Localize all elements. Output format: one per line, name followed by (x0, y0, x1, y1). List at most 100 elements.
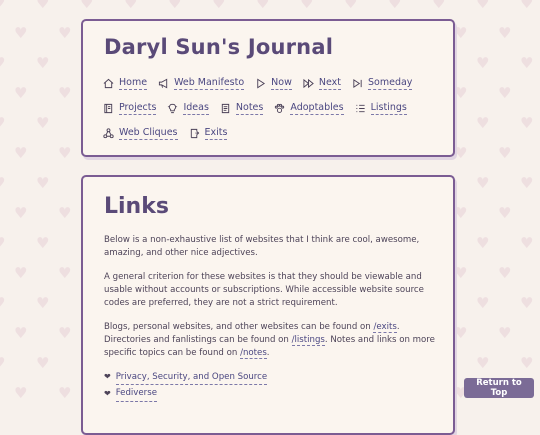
heart-pattern-icon: ♥ (212, 0, 226, 12)
heart-pattern-icon: ♥ (388, 0, 402, 12)
heart-pattern-icon: ♥ (476, 294, 490, 312)
heart-pattern-icon: ♥ (14, 264, 28, 282)
heart-pattern-icon: ♥ (498, 84, 512, 102)
where-to-find-paragraph: Blogs, personal websites, and other webs… (104, 321, 439, 361)
nav-label: Web Manifesto (174, 77, 245, 90)
nav-item-web-manifesto[interactable]: Web Manifesto (158, 77, 245, 90)
heart-pattern-icon: ♥ (454, 144, 468, 162)
nav-row-3: Web Cliques Exits (103, 127, 238, 140)
heart-pattern-icon: ♥ (14, 24, 28, 42)
nav-item-projects[interactable]: Projects (103, 102, 157, 115)
main-content-card: Links Below is a non-exhaustive list of … (81, 175, 455, 435)
heart-pattern-icon: ♥ (0, 236, 5, 251)
nav-label: Exits (204, 127, 228, 140)
link-exits[interactable]: /exits (373, 321, 397, 333)
home-icon (103, 78, 114, 89)
heart-pattern-icon: ♥ (476, 354, 490, 372)
heart-pattern-icon: ♥ (476, 234, 490, 252)
heart-pattern-icon: ♥ (344, 0, 358, 12)
heart-pattern-icon: ♥ (14, 144, 28, 162)
nav-label: Now (271, 77, 292, 90)
paragraph-text: . (266, 348, 270, 359)
nav-item-someday[interactable]: Someday (352, 77, 413, 90)
heart-pattern-icon: ♥ (58, 24, 72, 42)
nav-item-notes[interactable]: Notes (220, 102, 264, 115)
heart-bullet-icon: ❤ (104, 372, 111, 382)
heart-pattern-icon: ♥ (520, 54, 534, 72)
heart-pattern-icon: ♥ (58, 324, 72, 342)
nav-item-now[interactable]: Now (255, 77, 292, 90)
heart-pattern-icon: ♥ (14, 84, 28, 102)
door-icon (189, 128, 200, 139)
heart-pattern-icon: ♥ (498, 24, 512, 42)
nav-item-adoptables[interactable]: Adoptables (274, 102, 344, 115)
nav-item-web-cliques[interactable]: Web Cliques (103, 127, 178, 140)
heart-pattern-icon: ♥ (520, 114, 534, 132)
heart-pattern-icon: ♥ (520, 174, 534, 192)
list-item: ❤ Fediverse (104, 387, 439, 402)
heart-pattern-icon: ♥ (520, 294, 534, 312)
paragraph-text: Blogs, personal websites, and other webs… (104, 321, 374, 332)
criterion-paragraph: A general criterion for these websites i… (104, 271, 424, 309)
heart-pattern-icon: ♥ (80, 0, 94, 12)
heart-pattern-icon: ♥ (498, 324, 512, 342)
nav-label: Projects (119, 102, 157, 115)
heart-pattern-icon: ♥ (454, 204, 468, 222)
heart-pattern-icon: ♥ (454, 24, 468, 42)
heart-pattern-icon: ♥ (14, 384, 28, 402)
nav-item-home[interactable]: Home (103, 77, 148, 90)
heart-pattern-icon: ♥ (498, 264, 512, 282)
nav-label: Home (119, 77, 148, 90)
heart-pattern-icon: ♥ (432, 0, 446, 12)
notebook-icon (103, 103, 114, 114)
heart-pattern-icon: ♥ (14, 324, 28, 342)
heart-pattern-icon: ♥ (476, 54, 490, 72)
heart-pattern-icon: ♥ (0, 56, 5, 71)
heart-pattern-icon: ♥ (36, 114, 50, 132)
heart-pattern-icon: ♥ (454, 84, 468, 102)
link-fediverse[interactable]: Fediverse (115, 387, 157, 402)
heart-pattern-icon: ♥ (14, 204, 28, 222)
nav-item-next[interactable]: Next (303, 77, 341, 90)
heart-pattern-icon: ♥ (36, 234, 50, 252)
site-header-card: Daryl Sun's Journal Home Web Manifesto N… (81, 19, 455, 157)
network-icon (103, 128, 114, 139)
heart-pattern-icon: ♥ (476, 114, 490, 132)
heart-pattern-icon: ♥ (36, 294, 50, 312)
heart-pattern-icon: ♥ (520, 0, 534, 12)
heart-pattern-icon: ♥ (0, 296, 5, 311)
heart-pattern-icon: ♥ (58, 264, 72, 282)
megaphone-icon (158, 78, 169, 89)
heart-pattern-icon: ♥ (36, 174, 50, 192)
return-to-top-button[interactable]: Return to Top (464, 378, 534, 398)
heart-pattern-icon: ♥ (454, 324, 468, 342)
intro-paragraph: Below is a non-exhaustive list of websit… (104, 235, 420, 259)
heart-pattern-icon: ♥ (0, 0, 5, 11)
heart-pattern-icon: ♥ (498, 144, 512, 162)
nav-label: Adoptables (290, 102, 344, 115)
heart-bullet-icon: ❤ (104, 389, 111, 399)
heart-pattern-icon: ♥ (58, 84, 72, 102)
page-title: Links (104, 194, 169, 219)
heart-pattern-icon: ♥ (0, 116, 5, 131)
play-icon (255, 78, 266, 89)
nav-row-1: Home Web Manifesto Now Next Someday (103, 77, 423, 90)
skip-forward-icon (352, 78, 363, 89)
nav-label: Web Cliques (119, 127, 178, 140)
heart-pattern-icon: ♥ (520, 234, 534, 252)
nav-item-exits[interactable]: Exits (189, 127, 228, 140)
nav-label: Ideas (183, 102, 209, 115)
heart-pattern-icon: ♥ (58, 384, 72, 402)
heart-pattern-icon: ♥ (36, 54, 50, 72)
list-item: ❤ Privacy, Security, and Open Source (104, 371, 439, 386)
nav-item-ideas[interactable]: Ideas (167, 102, 209, 115)
nav-label: Next (318, 77, 341, 90)
link-privacy-security[interactable]: Privacy, Security, and Open Source (115, 371, 268, 386)
nav-row-2: Projects Ideas Notes Adoptables Listings (103, 102, 418, 115)
heart-pattern-icon: ♥ (124, 0, 138, 12)
link-notes[interactable]: /notes (240, 348, 267, 360)
heart-pattern-icon: ♥ (498, 204, 512, 222)
link-listings[interactable]: /listings (291, 334, 325, 346)
nav-item-listings[interactable]: Listings (355, 102, 407, 115)
heart-pattern-icon: ♥ (58, 144, 72, 162)
